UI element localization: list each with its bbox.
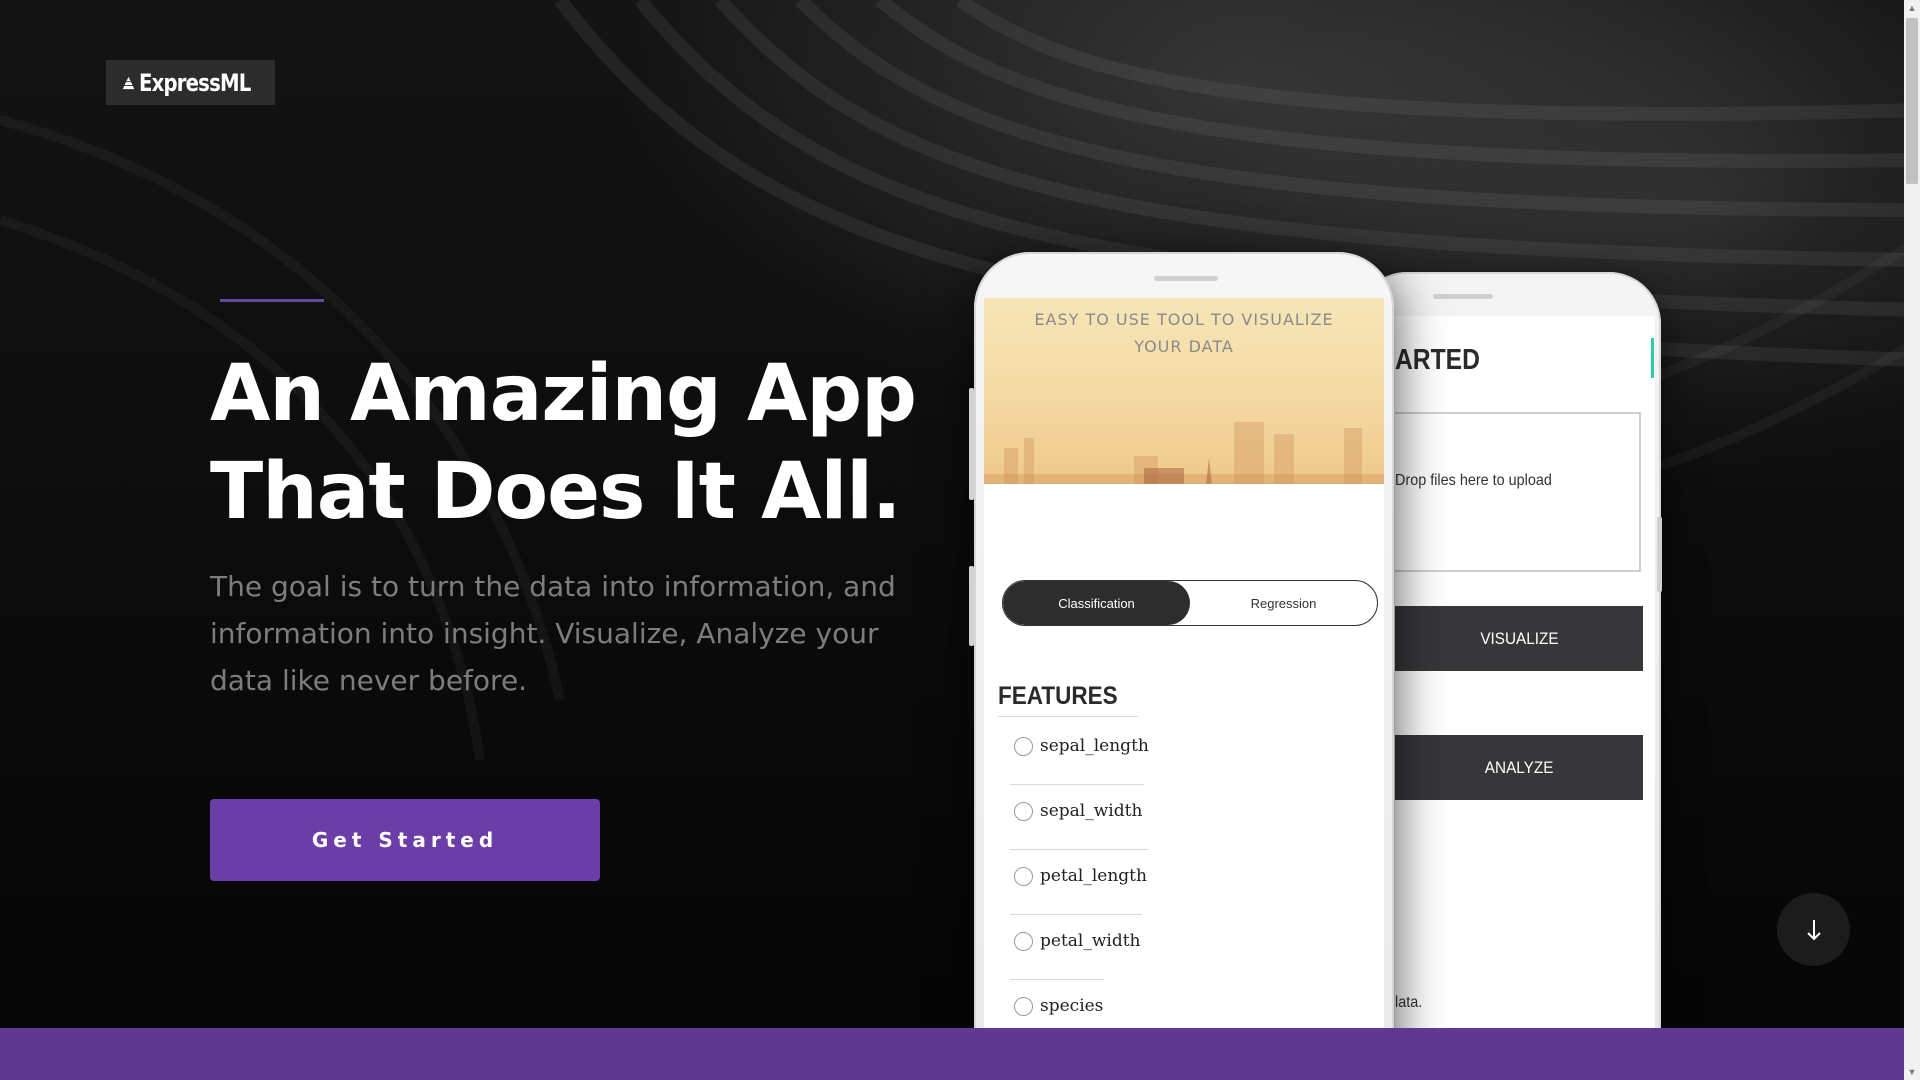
analyze-button[interactable]: ANALYZE: [1395, 735, 1643, 800]
phone-speaker: [1154, 276, 1218, 281]
page-title: An Amazing App That Does It All.: [210, 345, 970, 541]
phone-speaker: [1433, 294, 1493, 299]
city-banner-image: EASY TO USE TOOL TO VISUALIZE YOUR DATA: [984, 298, 1384, 484]
feature-label: species: [1040, 996, 1104, 1016]
pyramid-icon: [122, 76, 135, 89]
analyze-button-label: ANALYZE: [1484, 757, 1554, 777]
model-type-toggle[interactable]: Classification Regression: [1002, 580, 1378, 626]
phone-side-button: [1657, 517, 1662, 592]
next-section-band: [0, 1028, 1904, 1080]
brand-name: ExpressML: [139, 68, 251, 97]
radio-button[interactable]: [1014, 931, 1033, 951]
feature-option-petal-width[interactable]: petal_width: [1014, 931, 1141, 951]
description-fragment: lata.: [1395, 994, 1423, 1011]
feature-label: petal_length: [1040, 866, 1147, 886]
feature-option-sepal-width[interactable]: sepal_width: [1014, 801, 1142, 821]
headline-line-1: An Amazing App: [210, 349, 917, 439]
scroll-down-arrow-icon[interactable]: ▼: [1904, 1064, 1920, 1080]
teal-accent-bar: [1651, 338, 1654, 378]
divider: [1010, 784, 1144, 785]
get-started-title: ARTED: [1395, 344, 1480, 376]
headline-accent-line: [220, 299, 324, 302]
phone-mockup-back: ARTED Drop files here to upload VISUALIZ…: [1355, 272, 1662, 1080]
scroll-down-button[interactable]: [1777, 893, 1850, 966]
feature-option-sepal-length[interactable]: sepal_length: [1014, 736, 1149, 756]
file-dropzone[interactable]: Drop files here to upload: [1395, 412, 1641, 572]
features-heading: FEATURES: [998, 682, 1118, 710]
brand-logo[interactable]: ExpressML: [106, 60, 275, 105]
divider: [1010, 979, 1104, 980]
feature-option-petal-length[interactable]: petal_length: [1014, 866, 1147, 886]
phone-power-button: [969, 566, 974, 646]
hero-subtext: The goal is to turn the data into inform…: [210, 570, 896, 697]
feature-label: petal_width: [1040, 931, 1141, 951]
divider: [1010, 849, 1148, 850]
banner-tagline: EASY TO USE TOOL TO VISUALIZE YOUR DATA: [1034, 310, 1334, 356]
divider: [1010, 914, 1142, 915]
feature-label: sepal_width: [1040, 801, 1143, 821]
radio-button[interactable]: [1014, 996, 1033, 1016]
feature-option-species[interactable]: species: [1014, 996, 1103, 1016]
toggle-classification[interactable]: Classification: [1003, 581, 1190, 625]
radio-button[interactable]: [1014, 736, 1033, 756]
scrollbar-thumb[interactable]: [1906, 18, 1918, 184]
toggle-regression[interactable]: Regression: [1190, 581, 1377, 625]
scroll-up-arrow-icon[interactable]: ▲: [1904, 0, 1920, 16]
divider: [998, 716, 1138, 717]
radio-button[interactable]: [1014, 866, 1033, 886]
page-scrollbar[interactable]: ▲ ▼: [1904, 0, 1920, 1080]
arrow-down-icon: [1806, 919, 1821, 940]
feature-label: sepal_length: [1040, 736, 1149, 756]
get-started-button[interactable]: Get Started: [210, 799, 600, 881]
phone-mockup-front: EASY TO USE TOOL TO VISUALIZE YOUR DATA …: [969, 252, 1394, 1080]
phone-front-screen: EASY TO USE TOOL TO VISUALIZE YOUR DATA …: [984, 298, 1384, 1080]
radio-button[interactable]: [1014, 801, 1033, 821]
headline-line-2: That Does It All.: [210, 447, 902, 537]
phone-back-screen: ARTED Drop files here to upload VISUALIZ…: [1395, 316, 1655, 1080]
visualize-button-label: VISUALIZE: [1479, 628, 1559, 648]
visualize-button[interactable]: VISUALIZE: [1395, 606, 1643, 671]
phone-volume-button: [969, 388, 974, 500]
dropzone-text: Drop files here to upload: [1395, 472, 1552, 489]
